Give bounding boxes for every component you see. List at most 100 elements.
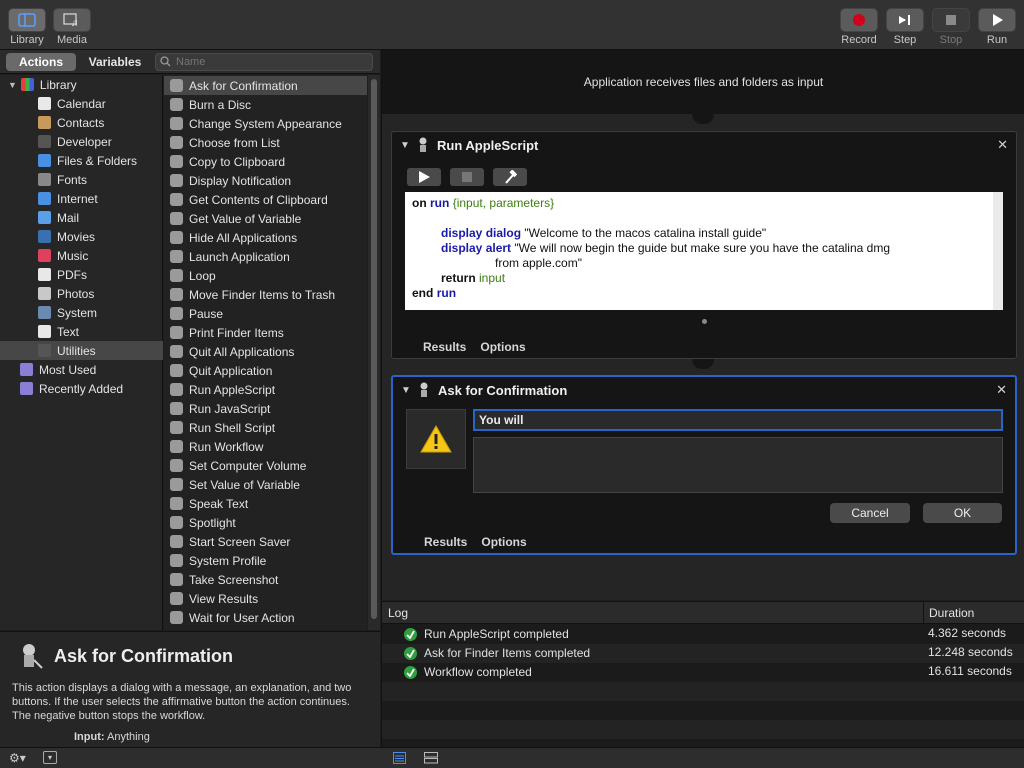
library-item[interactable]: Photos <box>0 284 163 303</box>
ok-button[interactable]: OK <box>923 503 1002 523</box>
library-item[interactable]: Mail <box>0 208 163 227</box>
log-column-header[interactable]: Log <box>388 606 408 620</box>
action-item[interactable]: Hide All Applications <box>164 228 367 247</box>
record-button[interactable]: Record <box>840 8 878 46</box>
explanation-field[interactable] <box>473 437 1003 493</box>
list-view-icon[interactable] <box>393 752 406 767</box>
action-item[interactable]: Print Finder Items <box>164 323 367 342</box>
library-item[interactable]: Utilities <box>0 341 163 360</box>
action-item[interactable]: Launch Application <box>164 247 367 266</box>
library-button[interactable]: Library <box>8 8 46 46</box>
actions-scrollbar[interactable] <box>368 75 380 630</box>
library-item[interactable]: Movies <box>0 227 163 246</box>
most-used-label: Most Used <box>39 362 97 377</box>
library-most-used[interactable]: Most Used <box>0 360 163 379</box>
system-icon <box>38 306 51 319</box>
duration-column-header[interactable]: Duration <box>929 606 974 620</box>
action-item[interactable]: Spotlight <box>164 513 367 532</box>
resize-dot[interactable] <box>702 319 707 324</box>
action-item-label: Set Value of Variable <box>189 477 300 492</box>
action-item[interactable]: Take Screenshot <box>164 570 367 589</box>
script-editor[interactable]: on run {input, parameters} display dialo… <box>405 192 1003 310</box>
library-item[interactable]: Text <box>0 322 163 341</box>
log-empty-row <box>382 720 1024 739</box>
action-item[interactable]: Change System Appearance <box>164 114 367 133</box>
action-item[interactable]: Quit All Applications <box>164 342 367 361</box>
collapse-triangle-icon[interactable]: ▼ <box>401 385 411 396</box>
action-item[interactable]: Get Value of Variable <box>164 209 367 228</box>
action-item[interactable]: Wait for User Action <box>164 608 367 627</box>
tab-options[interactable]: Options <box>481 535 526 549</box>
action-item[interactable]: Ask for Confirmation <box>164 76 367 95</box>
action-item[interactable]: Set Value of Variable <box>164 475 367 494</box>
action-item[interactable]: Speak Text <box>164 494 367 513</box>
action-description: Ask for Confirmation This action display… <box>0 631 380 747</box>
warning-icon[interactable] <box>406 409 466 469</box>
checkmark-icon <box>404 666 417 679</box>
disclosure-triangle-icon[interactable]: ▼ <box>8 80 17 90</box>
action-item[interactable]: Set Computer Volume <box>164 456 367 475</box>
action-icon <box>170 478 183 491</box>
column-divider[interactable] <box>923 602 924 624</box>
action-item[interactable]: Run JavaScript <box>164 399 367 418</box>
description-toggle-icon[interactable]: ▾ <box>43 751 57 764</box>
library-item[interactable]: Developer <box>0 132 163 151</box>
action-item[interactable]: Start Screen Saver <box>164 532 367 551</box>
tab-results[interactable]: Results <box>424 535 467 549</box>
tab-actions[interactable]: Actions <box>6 53 76 71</box>
card-tabs: Results Options <box>423 340 526 354</box>
action-item[interactable]: Pause <box>164 304 367 323</box>
action-item[interactable]: Copy to Clipboard <box>164 152 367 171</box>
action-icon <box>170 364 183 377</box>
run-button[interactable]: Run <box>978 8 1016 46</box>
action-item-label: Run Workflow <box>189 439 264 454</box>
library-root[interactable]: ▼ Library <box>0 75 163 94</box>
action-item[interactable]: Burn a Disc <box>164 95 367 114</box>
gear-icon[interactable]: ⚙▾ <box>9 751 26 765</box>
stop-button[interactable]: Stop <box>932 8 970 46</box>
library-item[interactable]: Calendar <box>0 94 163 113</box>
action-item[interactable]: System Profile <box>164 551 367 570</box>
library-item[interactable]: Music <box>0 246 163 265</box>
action-item[interactable]: Run Workflow <box>164 437 367 456</box>
message-field[interactable] <box>473 409 1003 431</box>
tab-variables[interactable]: Variables <box>80 53 150 71</box>
library-item[interactable]: Fonts <box>0 170 163 189</box>
movies-icon <box>38 230 51 243</box>
action-item[interactable]: Choose from List <box>164 133 367 152</box>
action-item[interactable]: View Results <box>164 589 367 608</box>
close-icon[interactable]: ✕ <box>997 137 1008 153</box>
library-item[interactable]: System <box>0 303 163 322</box>
tab-options[interactable]: Options <box>480 340 525 354</box>
action-item[interactable]: Quit Application <box>164 361 367 380</box>
log-header: Log Duration <box>382 602 1024 624</box>
scrollbar-thumb[interactable] <box>371 79 377 619</box>
split-view-icon[interactable] <box>424 752 438 767</box>
close-icon[interactable]: ✕ <box>996 382 1007 398</box>
action-item[interactable]: Display Notification <box>164 171 367 190</box>
stop-script-button[interactable] <box>450 168 484 186</box>
cancel-button[interactable]: Cancel <box>830 503 910 523</box>
compile-button[interactable] <box>493 168 527 186</box>
library-item[interactable]: PDFs <box>0 265 163 284</box>
tab-results[interactable]: Results <box>423 340 466 354</box>
library-item[interactable]: Internet <box>0 189 163 208</box>
step-button[interactable]: Step <box>886 8 924 46</box>
search-input[interactable] <box>155 53 373 71</box>
action-item[interactable]: Get Contents of Clipboard <box>164 190 367 209</box>
library-item[interactable]: Files & Folders <box>0 151 163 170</box>
library-item[interactable]: Contacts <box>0 113 163 132</box>
collapse-triangle-icon[interactable]: ▼ <box>400 140 410 151</box>
action-item[interactable]: Move Finder Items to Trash <box>164 285 367 304</box>
contacts-icon <box>38 116 51 129</box>
action-item[interactable]: Run Shell Script <box>164 418 367 437</box>
action-item[interactable]: Run AppleScript <box>164 380 367 399</box>
action-item-label: Ask for Confirmation <box>189 78 298 93</box>
media-button[interactable]: ♫ Media <box>53 8 91 46</box>
action-icon <box>170 421 183 434</box>
action-item-label: Print Finder Items <box>189 325 284 340</box>
library-recently-added[interactable]: Recently Added <box>0 379 163 398</box>
run-script-button[interactable] <box>407 168 441 186</box>
action-icon <box>170 611 183 624</box>
action-item[interactable]: Loop <box>164 266 367 285</box>
